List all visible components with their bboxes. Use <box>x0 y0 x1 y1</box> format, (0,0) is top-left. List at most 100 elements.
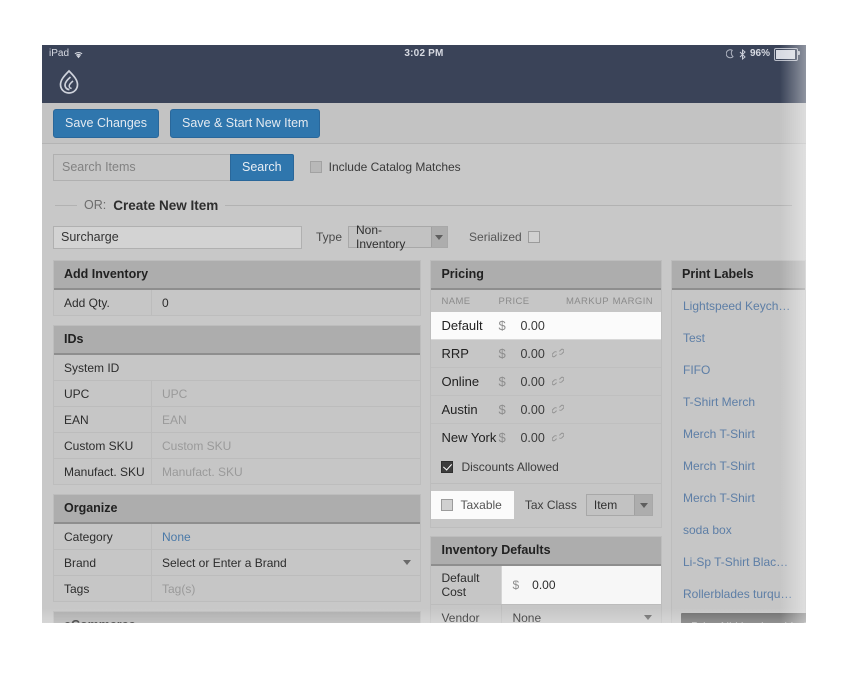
list-item[interactable]: Test <box>672 322 805 354</box>
list-item[interactable]: T-Shirt Merch <box>672 386 805 418</box>
currency-symbol: $ <box>498 402 506 417</box>
manufact-sku-row: Manufact. SKU Manufact. SKU <box>54 459 420 484</box>
list-item[interactable]: Rollerblades turquoise.. <box>672 578 805 610</box>
lightspeed-flame-logo-icon[interactable] <box>55 69 83 97</box>
item-type-select[interactable]: Non-Inventory <box>348 223 449 251</box>
search-bar-row: Search Include Catalog Matches <box>42 144 806 190</box>
table-row[interactable]: Austin $ 0.00 <box>431 396 661 424</box>
list-item[interactable]: Merch T-Shirt <box>672 450 805 482</box>
brand-select[interactable]: Select or Enter a Brand <box>151 550 420 575</box>
table-row[interactable]: Online $ 0.00 <box>431 368 661 396</box>
moon-icon <box>725 49 735 59</box>
discounts-allowed-checkbox[interactable] <box>441 461 454 473</box>
inventory-defaults-panel: Inventory Defaults Default Cost $ 0.00 V… <box>430 536 662 623</box>
default-cost-label: Default Cost <box>431 566 502 604</box>
app-navigation-bar <box>42 63 806 103</box>
vendor-select[interactable]: None <box>501 605 661 623</box>
currency-symbol: $ <box>498 346 506 361</box>
list-item[interactable]: Merch T-Shirt <box>672 418 805 450</box>
table-row[interactable]: Default $ 0.00 <box>431 312 661 340</box>
currency-symbol: $ <box>498 374 506 389</box>
brand-value: Select or Enter a Brand <box>162 555 287 570</box>
ecommerce-panel: eCommerce Publish to eCom <box>53 611 422 623</box>
item-type-label: Type <box>316 230 343 244</box>
ids-panel: IDs System ID UPC UPC EAN EAN Custom SKU <box>53 325 422 485</box>
table-row[interactable]: New York $ 0.00 <box>431 424 661 451</box>
serialized-label: Serialized <box>469 230 522 244</box>
taxable-checkbox[interactable] <box>441 499 454 511</box>
print-all-unprinted-labels-button[interactable]: Print All Unprinted Labels <box>681 613 806 623</box>
tax-class-value: Item <box>593 498 618 512</box>
include-catalog-matches-label: Include Catalog Matches <box>328 160 461 174</box>
battery-icon <box>774 47 800 61</box>
link-chain-icon[interactable] <box>551 346 565 361</box>
brand-row: Brand Select or Enter a Brand <box>54 550 421 576</box>
divider-line-left <box>55 204 77 206</box>
add-qty-value[interactable]: 0 <box>151 290 420 315</box>
include-catalog-matches-checkbox[interactable] <box>309 161 322 173</box>
list-item[interactable]: Li-Sp T-Shirt Black 40 <box>672 546 805 578</box>
create-new-item-title: Create New Item <box>113 197 219 213</box>
price-row-value[interactable]: 0.00 <box>520 431 544 445</box>
save-changes-button[interactable]: Save Changes <box>53 108 160 138</box>
price-row-value[interactable]: 0.00 <box>520 403 544 417</box>
link-chain-icon[interactable] <box>551 402 565 417</box>
tags-label: Tags <box>64 581 90 596</box>
system-id-row: System ID <box>54 355 421 381</box>
include-catalog-matches-toggle[interactable]: Include Catalog Matches <box>309 160 461 174</box>
manufact-sku-label: Manufact. SKU <box>64 464 145 479</box>
ean-input[interactable]: EAN <box>151 407 420 432</box>
ean-label: EAN <box>64 412 89 427</box>
tax-class-select[interactable]: Item <box>585 494 653 516</box>
save-and-start-new-item-button[interactable]: Save & Start New Item <box>170 108 321 138</box>
item-type-value: Non-Inventory <box>356 223 406 251</box>
table-row[interactable]: RRP $ 0.00 <box>431 340 661 368</box>
serialized-checkbox[interactable] <box>527 231 540 243</box>
battery-percent-label: 96% <box>749 48 770 59</box>
bluetooth-icon <box>739 48 746 60</box>
or-label: OR: <box>84 198 107 212</box>
item-name-input[interactable] <box>53 225 302 249</box>
discounts-allowed-toggle[interactable]: Discounts Allowed <box>431 451 661 484</box>
price-row-value[interactable]: 0.00 <box>520 347 544 361</box>
list-item[interactable]: soda box <box>672 514 805 546</box>
chevron-down-icon[interactable] <box>403 560 412 565</box>
upc-label: UPC <box>64 386 90 401</box>
list-item[interactable]: Lightspeed Keychain <box>672 290 805 322</box>
pricing-col-markup: MARKUP <box>565 296 609 307</box>
vendor-row: Vendor None <box>431 605 661 623</box>
link-chain-icon[interactable] <box>551 374 565 389</box>
action-toolbar: Save Changes Save & Start New Item <box>42 103 806 144</box>
search-button[interactable]: Search <box>230 153 294 181</box>
serialized-toggle[interactable]: Serialized <box>469 230 540 244</box>
status-bar-clock: 3:02 PM <box>404 48 444 59</box>
chevron-down-icon[interactable] <box>634 495 652 515</box>
default-cost-row: Default Cost $ 0.00 <box>431 566 661 605</box>
taxable-label: Taxable <box>460 498 502 512</box>
ean-row: EAN EAN <box>54 407 421 433</box>
category-value-link[interactable]: None <box>151 524 420 549</box>
price-row-name: Default <box>441 318 483 333</box>
vendor-label: Vendor <box>441 610 480 624</box>
upc-input[interactable]: UPC <box>151 381 420 406</box>
price-row-value[interactable]: 0.00 <box>520 319 544 333</box>
chevron-down-icon[interactable] <box>644 615 652 620</box>
search-control-group: Search <box>53 153 294 181</box>
discounts-allowed-label: Discounts Allowed <box>461 460 559 474</box>
tax-settings-row: Taxable Tax Class Item <box>431 484 661 527</box>
list-item[interactable]: FIFO <box>672 354 805 386</box>
chevron-down-icon[interactable] <box>430 227 448 247</box>
search-input[interactable] <box>53 153 230 181</box>
custom-sku-input[interactable]: Custom SKU <box>151 433 420 458</box>
link-chain-icon[interactable] <box>551 430 565 445</box>
default-cost-input[interactable]: $ 0.00 <box>501 566 661 604</box>
add-inventory-header: Add Inventory <box>54 261 421 290</box>
pricing-col-price: PRICE <box>498 296 530 307</box>
tags-input[interactable]: Tag(s) <box>151 576 420 601</box>
currency-symbol: $ <box>498 318 506 333</box>
manufact-sku-input[interactable]: Manufact. SKU <box>151 459 420 484</box>
list-item[interactable]: Merch T-Shirt <box>672 482 805 514</box>
price-row-name: Austin <box>441 402 478 417</box>
taxable-toggle[interactable]: Taxable <box>431 491 514 519</box>
price-row-value[interactable]: 0.00 <box>520 375 544 389</box>
